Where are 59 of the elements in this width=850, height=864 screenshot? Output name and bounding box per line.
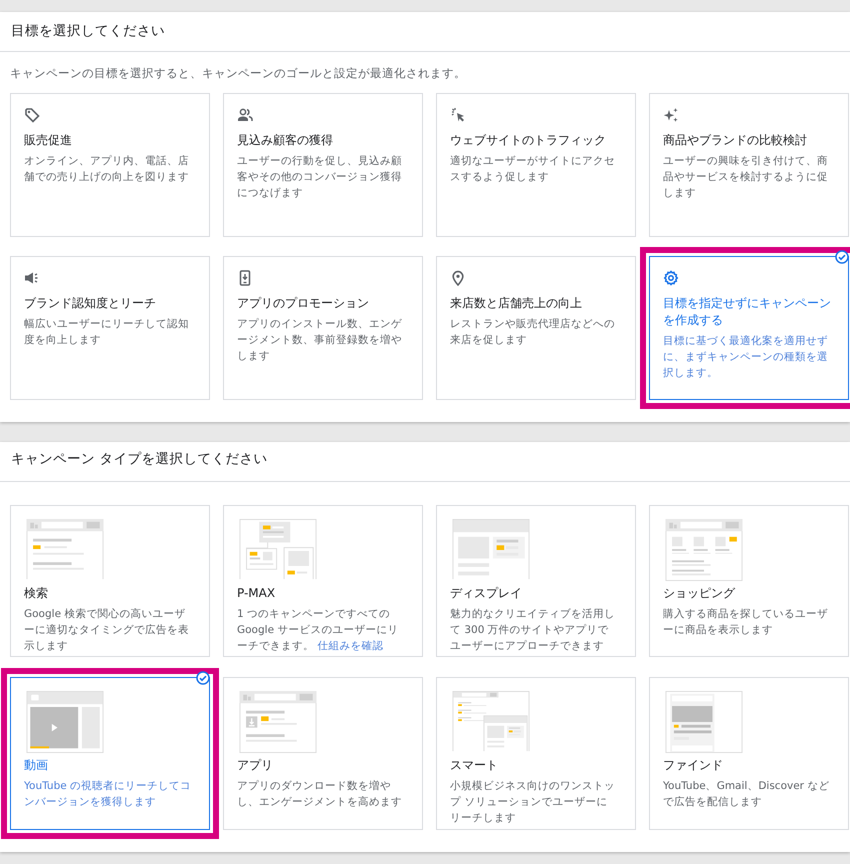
campaign-type-card[interactable]: 検索 Google 検索で関心の高いユーザーに適切なタイミングで広告を表示します — [10, 505, 210, 657]
card-description: YouTube の視聴者にリーチしてコンバージョンを獲得します — [24, 779, 192, 810]
learn-more-link[interactable]: 仕組みを確認 — [317, 640, 384, 652]
location-pin-icon — [450, 270, 466, 286]
campaign-type-card[interactable]: ファインド YouTube、Gmail、Discover などで広告を配信します — [649, 677, 849, 830]
section-title: キャンペーン タイプを選択してください — [0, 442, 850, 482]
section-title: 目標を選択してください — [0, 12, 850, 52]
card-description: Google 検索で関心の高いユーザーに適切なタイミングで広告を表示します — [24, 607, 190, 654]
cursor-click-icon — [450, 107, 466, 123]
tag-icon — [24, 107, 40, 123]
card-description: YouTube、Gmail、Discover などで広告を配信します — [663, 779, 830, 810]
card-description: アプリのインストール数、エンゲージメント数、事前登録数を増やします — [237, 317, 403, 364]
card-description: 適切なユーザーがサイトにアクセスするよう促します — [450, 154, 616, 185]
card-description: 小規模ビジネス向けのワンストップ ソリューションでユーザーにリーチします — [450, 779, 616, 826]
card-title: ショッピング — [663, 585, 736, 602]
card-title: 検索 — [24, 585, 49, 602]
card-title: ディスプレイ — [450, 585, 523, 602]
card-description: 1 つのキャンペーンですべての Google サービスのユーザーにリーチできます。 仕組みを確認 — [237, 607, 400, 654]
campaign-type-card[interactable]: アプリ アプリのダウンロード数を増やし、エンゲージメントを高めます — [223, 677, 423, 830]
card-description: ユーザーの興味を引き付けて、商品やサービスを検討するように促します — [663, 154, 829, 201]
card-description: 魅力的なクリエイティブを活用して 300 万件のサイトやアプリでユーザーにアプローチできます — [450, 607, 616, 654]
card-title: ファインド — [663, 757, 724, 774]
card-title: ブランド認知度とリーチ — [24, 295, 157, 312]
campaign-type-card[interactable]: スマート 小規模ビジネス向けのワンストップ ソリューションでユーザーにリーチします — [436, 677, 636, 830]
card-description: レストランや販売代理店などへの来店を促します — [450, 317, 616, 348]
card-title: 販売促進 — [24, 132, 73, 149]
card-title: 来店数と店舗売上の向上 — [450, 295, 583, 312]
campaign-type-card[interactable]: ショッピング 購入する商品を探しているユーザーに商品を表示します — [649, 505, 849, 657]
campaign-type-card[interactable]: ディスプレイ 魅力的なクリエイティブを活用して 300 万件のサイトやアプリでユーザーにアプローチできます — [436, 505, 636, 657]
goal-card[interactable]: 販売促進 オンライン、アプリ内、電話、店舗での売り上げの向上を図ります — [10, 93, 210, 237]
card-title: ウェブサイトのトラフィック — [450, 132, 607, 149]
phone-download-icon — [237, 270, 253, 286]
goal-card[interactable]: 来店数と店舗売上の向上 レストランや販売代理店などへの来店を促します — [436, 256, 636, 400]
speaker-icon — [24, 270, 40, 286]
goal-card[interactable]: 商品やブランドの比較検討 ユーザーの興味を引き付けて、商品やサービスを検討するように促します — [649, 93, 849, 237]
card-title: 動画 — [24, 757, 49, 774]
sparkle-icon — [663, 107, 679, 123]
card-title: アプリ — [237, 757, 274, 774]
card-description: 幅広いユーザーにリーチして認知度を向上します — [24, 317, 190, 348]
card-title: 商品やブランドの比較検討 — [663, 132, 808, 149]
card-title: スマート — [450, 757, 499, 774]
card-title: P-MAX — [237, 585, 276, 602]
campaign-type-card[interactable]: P-MAX 1 つのキャンペーンですべての Google サービスのユーザーにリーチできます。 仕組みを確認 — [223, 505, 423, 657]
settings-icon — [663, 270, 679, 286]
card-title: 見込み顧客の獲得 — [237, 132, 334, 149]
section-description: キャンペーンの目標を選択すると、キャンペーンのゴールと設定が最適化されます。 — [10, 65, 466, 82]
goal-card[interactable]: 見込み顧客の獲得 ユーザーの行動を促し、見込み顧客やその他のコンバージョン獲得につなげます — [223, 93, 423, 237]
card-description: 目標に基づく最適化案を適用せずに、まずキャンペーンの種類を選択します。 — [663, 334, 829, 381]
goal-card[interactable]: ブランド認知度とリーチ 幅広いユーザーにリーチして認知度を向上します — [10, 256, 210, 400]
check-icon — [196, 671, 210, 685]
goal-card[interactable]: アプリのプロモーション アプリのインストール数、エンゲージメント数、事前登録数を増やします — [223, 256, 423, 400]
card-title: アプリのプロモーション — [237, 295, 370, 312]
card-description: 購入する商品を探しているユーザーに商品を表示します — [663, 607, 829, 638]
card-description: ユーザーの行動を促し、見込み顧客やその他のコンバージョン獲得につなげます — [237, 154, 403, 201]
people-icon — [237, 107, 253, 123]
card-description: アプリのダウンロード数を増やし、エンゲージメントを高めます — [237, 779, 403, 810]
card-title: 目標を指定せずにキャンペーンを作成する — [663, 295, 832, 329]
goal-card[interactable]: ウェブサイトのトラフィック 適切なユーザーがサイトにアクセスするよう促します — [436, 93, 636, 237]
card-description: オンライン、アプリ内、電話、店舗での売り上げの向上を図ります — [24, 154, 190, 185]
